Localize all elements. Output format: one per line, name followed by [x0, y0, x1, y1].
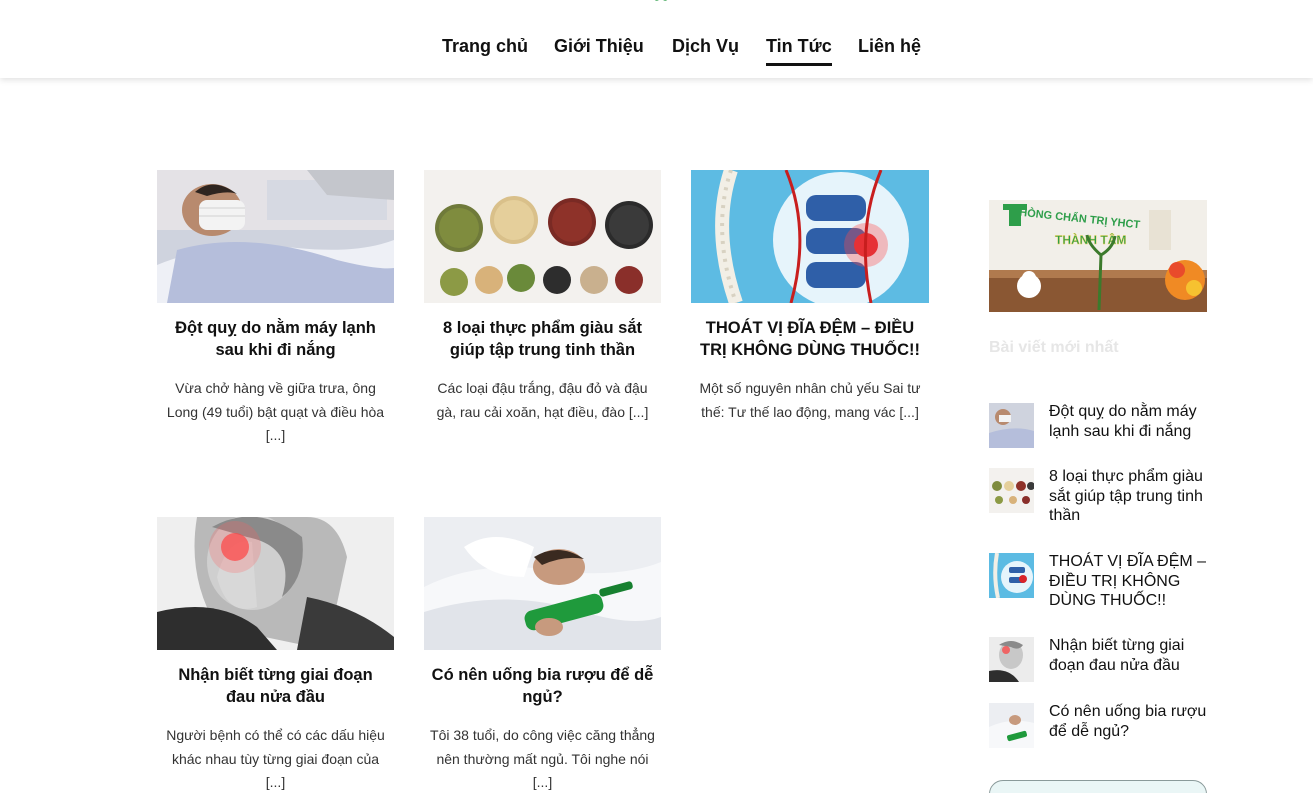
nav-item-lien-he[interactable]: Liên hệ	[858, 36, 921, 57]
recent-post-item[interactable]: Đột quỵ do nằm máy lạnh sau khi đi nắng	[989, 402, 1209, 448]
man-sleeping-with-bottle-image	[424, 517, 661, 650]
post-card: 8 loại thực phẩm giàu sắt giúp tập trung…	[424, 170, 661, 424]
recent-post-item[interactable]: Nhận biết từng giai đoạn đau nửa đầu	[989, 636, 1209, 682]
recent-post-title: Đột quỵ do nằm máy lạnh sau khi đi nắng	[1049, 403, 1197, 440]
recent-post-thumbnail	[989, 637, 1034, 682]
post-thumbnail-patient[interactable]	[157, 170, 394, 303]
post-excerpt: Vừa chở hàng về giữa trưa, ông Long (49 …	[166, 380, 385, 443]
nav-item-gioi-thieu[interactable]: Giới Thiệu	[554, 36, 644, 57]
recent-post-title: THOÁT VỊ ĐĨA ĐỆM – ĐIỀU TRỊ KHÔNG DÙNG T…	[1049, 553, 1207, 609]
post-card: Đột quỵ do nằm máy lạnh sau khi đi nắng …	[157, 170, 394, 448]
post-thumbnail-headache[interactable]	[157, 517, 394, 650]
beans-in-bowls-image	[424, 170, 661, 303]
post-excerpt: Tôi 38 tuổi, do công việc căng thẳng nên…	[430, 727, 655, 790]
site-header: Trang chủ Giới Thiệu Dịch Vụ Tin Tức Liê…	[0, 0, 1313, 78]
post-card: THOÁT VỊ ĐĨA ĐỆM – ĐIỀU TRỊ KHÔNG DÙNG T…	[691, 170, 929, 424]
post-excerpt: Người bệnh có thể có các dấu hiệu khác n…	[166, 727, 385, 790]
post-title[interactable]: Đột quỵ do nằm máy lạnh sau khi đi nắng	[157, 317, 394, 361]
post-card: Nhận biết từng giai đoạn đau nửa đầu Ngư…	[157, 517, 394, 793]
recent-post-item[interactable]: Có nên uống bia rượu để dễ ngủ?	[989, 702, 1209, 748]
post-thumbnail-sleeping[interactable]	[424, 517, 661, 650]
post-excerpt: Một số nguyên nhân chủ yếu Sai tư thế: T…	[699, 380, 921, 420]
clinic-interior-image: PHÒNG CHẨN TRỊ YHCT THÀNH TÂM	[989, 170, 1207, 312]
woman-headache-image	[157, 517, 394, 650]
post-card: Có nên uống bia rượu để dễ ngủ? Tôi 38 t…	[424, 517, 661, 793]
recent-post-item[interactable]: 8 loại thực phẩm giàu sắt giúp tập trung…	[989, 467, 1209, 526]
recent-post-title: Có nên uống bia rượu để dễ ngủ?	[1049, 703, 1207, 740]
spine-illustration-image	[691, 170, 929, 303]
recent-post-thumbnail	[989, 403, 1034, 448]
clinic-banner[interactable]: PHÒNG CHẨN TRỊ YHCT THÀNH TÂM	[989, 170, 1207, 312]
post-thumbnail-beans[interactable]	[424, 170, 661, 303]
recent-post-thumbnail	[989, 703, 1034, 748]
recent-post-title: Nhận biết từng giai đoạn đau nửa đầu	[1049, 637, 1185, 674]
recent-post-item[interactable]: THOÁT VỊ ĐĨA ĐỆM – ĐIỀU TRỊ KHÔNG DÙNG T…	[989, 552, 1209, 611]
main-nav: Trang chủ Giới Thiệu Dịch Vụ Tin Tức Liê…	[0, 36, 1313, 68]
post-title[interactable]: THOÁT VỊ ĐĨA ĐỆM – ĐIỀU TRỊ KHÔNG DÙNG T…	[691, 317, 929, 361]
post-thumbnail-spine[interactable]	[691, 170, 929, 303]
nav-item-dich-vu[interactable]: Dịch Vụ	[672, 36, 739, 57]
nav-item-trang-chu[interactable]: Trang chủ	[442, 36, 528, 57]
sidebar-widget-partial	[989, 780, 1207, 793]
logo-icon[interactable]	[648, 0, 674, 4]
patient-in-hospital-bed-image	[157, 170, 394, 303]
recent-post-title: 8 loại thực phẩm giàu sắt giúp tập trung…	[1049, 468, 1203, 524]
recent-post-thumbnail	[989, 468, 1034, 513]
post-title[interactable]: Có nên uống bia rượu để dễ ngủ?	[424, 664, 661, 708]
post-title[interactable]: 8 loại thực phẩm giàu sắt giúp tập trung…	[424, 317, 661, 361]
post-excerpt: Các loại đậu trắng, đậu đỏ và đậu gà, ra…	[436, 380, 649, 420]
recent-posts-heading: Bài viết mới nhất	[989, 339, 1119, 356]
post-title[interactable]: Nhận biết từng giai đoạn đau nửa đầu	[157, 664, 394, 708]
recent-post-thumbnail	[989, 553, 1034, 598]
nav-item-tin-tuc[interactable]: Tin Tức	[766, 36, 832, 66]
